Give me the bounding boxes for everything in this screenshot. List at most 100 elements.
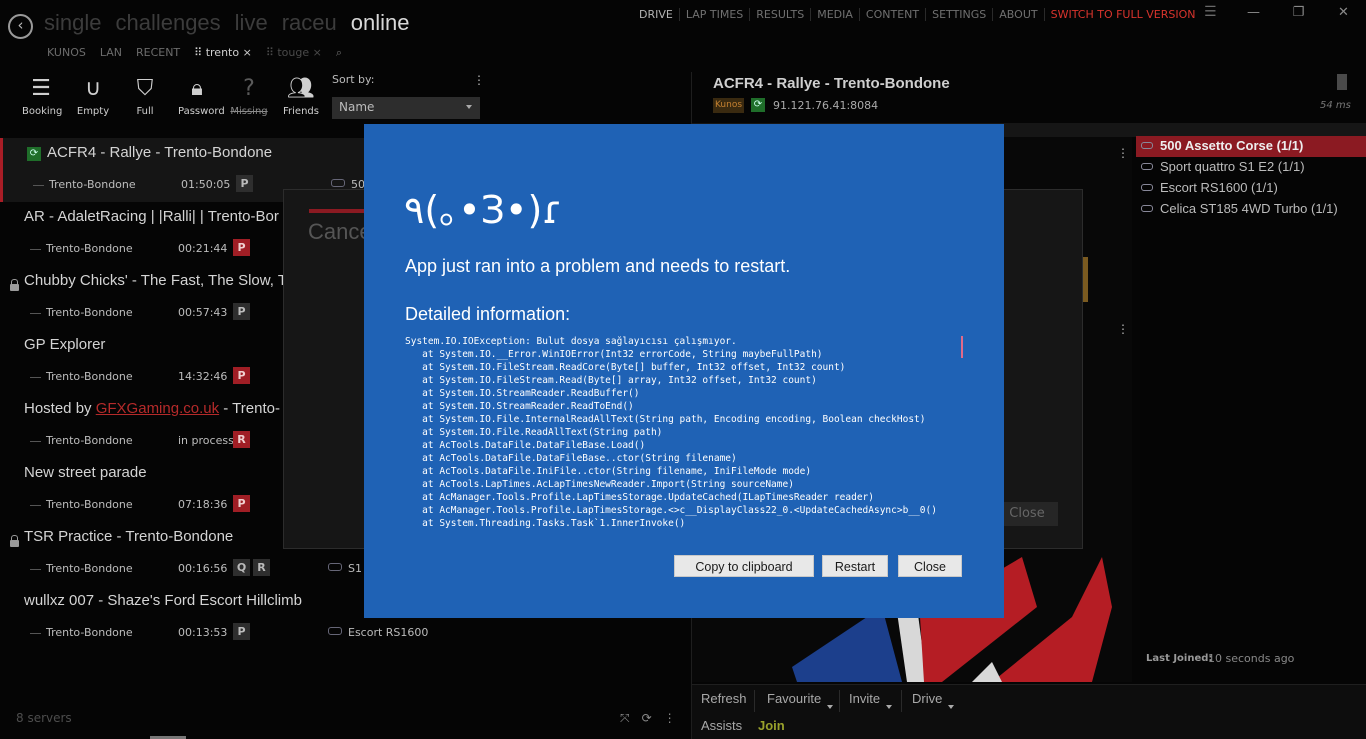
session-badge: P [233, 495, 250, 512]
full-icon: ⛉ [136, 76, 154, 101]
chevron-down-icon [948, 705, 955, 709]
trace-scrollbar[interactable] [961, 336, 963, 358]
details-title: Detailed information: [405, 304, 571, 324]
tab-single[interactable]: single [44, 10, 101, 36]
server-link[interactable]: GFXGaming.co.uk [96, 400, 219, 417]
sort-label: Sort by: [332, 73, 375, 86]
error-message: App just ran into a problem and needs to… [405, 256, 791, 276]
server-name: GP Explorer [24, 336, 106, 353]
server-track: Trento-Bondone [30, 562, 133, 575]
favourite-button[interactable]: Favourite [767, 691, 834, 709]
server-track: Trento-Bondone [30, 498, 133, 511]
car-item[interactable]: 500 Assetto Corse (1/1) [1136, 136, 1366, 157]
close-button[interactable]: Close [898, 555, 962, 577]
nav-content[interactable]: CONTENT [858, 8, 925, 21]
car-item[interactable]: Sport quattro S1 E2 (1/1) [1136, 157, 1366, 178]
top-nav: DRIVE LAP TIMES RESULTS MEDIA CONTENT SE… [639, 8, 1201, 21]
session-badge: Q [233, 559, 250, 576]
compact-view-icon[interactable]: ⤧ [620, 711, 630, 726]
window-controls: — ❐ ✕ [1231, 0, 1366, 28]
tab-online[interactable]: online [351, 10, 410, 36]
session-badge: P [233, 367, 250, 384]
nav-about[interactable]: ABOUT [992, 8, 1043, 21]
nav-settings[interactable]: SETTINGS [925, 8, 992, 21]
subtab-lan[interactable]: LAN [100, 46, 122, 60]
server-name: Chubby Chicks' - The Fast, The Slow, T [24, 272, 287, 289]
server-track: Trento-Bondone [30, 242, 133, 255]
more-options-icon[interactable]: ⋮ [473, 73, 485, 87]
maximize-icon[interactable]: ❐ [1276, 0, 1321, 28]
nav-laptimes[interactable]: LAP TIMES [678, 8, 749, 21]
ping-value: 54 ms [1320, 100, 1351, 111]
action-bar: Refresh Favourite Invite Drive Assists J… [692, 684, 1366, 739]
filter-full[interactable]: ⛉ Full [126, 74, 164, 117]
join-button[interactable]: Join [758, 718, 785, 733]
server-car: Escort RS1600 [328, 626, 428, 639]
sub-tabs: KUNOS LAN RECENT ⠿ trento × ⠿ touge × ⌕ [47, 46, 342, 60]
subtab-recent[interactable]: RECENT [136, 46, 180, 60]
stack-trace[interactable]: System.IO.IOException: Bulut dosya sağla… [405, 335, 967, 535]
car-icon [1141, 184, 1153, 191]
filter-booking[interactable]: ☰ Booking [22, 74, 62, 117]
session-badge: R [233, 431, 250, 448]
session-badge: R [253, 559, 270, 576]
sort-value: Name [339, 100, 375, 114]
subtab-touge[interactable]: ⠿ touge × [266, 46, 322, 60]
chevron-down-icon [886, 705, 893, 709]
restart-button[interactable]: Restart [822, 555, 888, 577]
car-item[interactable]: Escort RS1600 (1/1) [1136, 178, 1366, 199]
filter-password[interactable]: 🔒︎ Password [178, 74, 225, 117]
minimize-icon[interactable]: — [1231, 0, 1276, 28]
chevron-down-icon [466, 105, 472, 109]
back-icon[interactable]: ‹ [8, 14, 33, 39]
server-name: ACFR4 - Rallye - Trento-Bondone [47, 144, 273, 161]
refresh-list-icon[interactable]: ⟳ [642, 711, 652, 726]
nav-drive[interactable]: DRIVE [639, 8, 679, 21]
server-track: Trento-Bondone [33, 178, 136, 191]
status-ok-icon: ⟳ [751, 98, 765, 112]
nav-full-version[interactable]: SWITCH TO FULL VERSION [1043, 8, 1202, 21]
missing-icon: ? [243, 76, 255, 101]
search-icon[interactable]: ⌕ [336, 46, 342, 60]
server-count: 8 servers [16, 711, 72, 725]
assists-button[interactable]: Assists [701, 718, 742, 733]
more-options-icon[interactable]: ⋮ [1117, 322, 1129, 336]
server-time: 07:18:36 [178, 498, 228, 511]
refresh-button[interactable]: Refresh [701, 691, 747, 706]
car-item[interactable]: Celica ST185 4WD Turbo (1/1) [1136, 199, 1366, 220]
server-track: Trento-Bondone [30, 306, 133, 319]
invite-button[interactable]: Invite [849, 691, 893, 709]
filter-toolbar: ☰ Booking ∪ Empty ⛉ Full 🔒︎ Password ? M… [22, 74, 320, 117]
copy-to-clipboard-button[interactable]: Copy to clipboard [674, 555, 814, 577]
background-dialog-title: Cance [308, 219, 372, 244]
session-badge: P [233, 303, 250, 320]
nav-results[interactable]: RESULTS [749, 8, 810, 21]
lock-icon [10, 279, 19, 291]
close-window-icon[interactable]: ✕ [1321, 0, 1366, 28]
server-car: S1 [328, 562, 362, 575]
main-tabs: single challenges live raceu online [44, 10, 409, 36]
bookmark-icon[interactable] [1337, 74, 1347, 90]
filter-friends[interactable]: 👥︎ Friends [282, 74, 320, 117]
tab-challenges[interactable]: challenges [115, 10, 220, 36]
sort-select[interactable]: Name [332, 97, 480, 119]
subtab-trento[interactable]: ⠿ trento × [194, 46, 252, 60]
hamburger-menu-icon[interactable]: ☰ [1204, 4, 1217, 20]
nav-media[interactable]: MEDIA [810, 8, 859, 21]
booking-icon: ☰ [31, 76, 51, 101]
filter-empty[interactable]: ∪ Empty [74, 74, 112, 117]
drive-button[interactable]: Drive [912, 691, 955, 709]
server-name: Hosted by GFXGaming.co.uk - Trento- [24, 400, 280, 417]
server-time: in process [178, 434, 234, 447]
server-time: 00:21:44 [178, 242, 228, 255]
more-options-icon[interactable]: ⋮ [1117, 146, 1129, 160]
background-dialog-close-button[interactable]: Close [996, 502, 1058, 526]
filter-missing[interactable]: ? Missing [230, 74, 268, 117]
tab-live[interactable]: live [235, 10, 268, 36]
subtab-kunos[interactable]: KUNOS [47, 46, 86, 60]
more-icon[interactable]: ⋮ [664, 711, 676, 726]
detail-title: ACFR4 - Rallye - Trento-Bondone [713, 75, 950, 92]
tab-raceu[interactable]: raceu [282, 10, 337, 36]
server-time: 00:57:43 [178, 306, 228, 319]
server-track: Trento-Bondone [30, 370, 133, 383]
